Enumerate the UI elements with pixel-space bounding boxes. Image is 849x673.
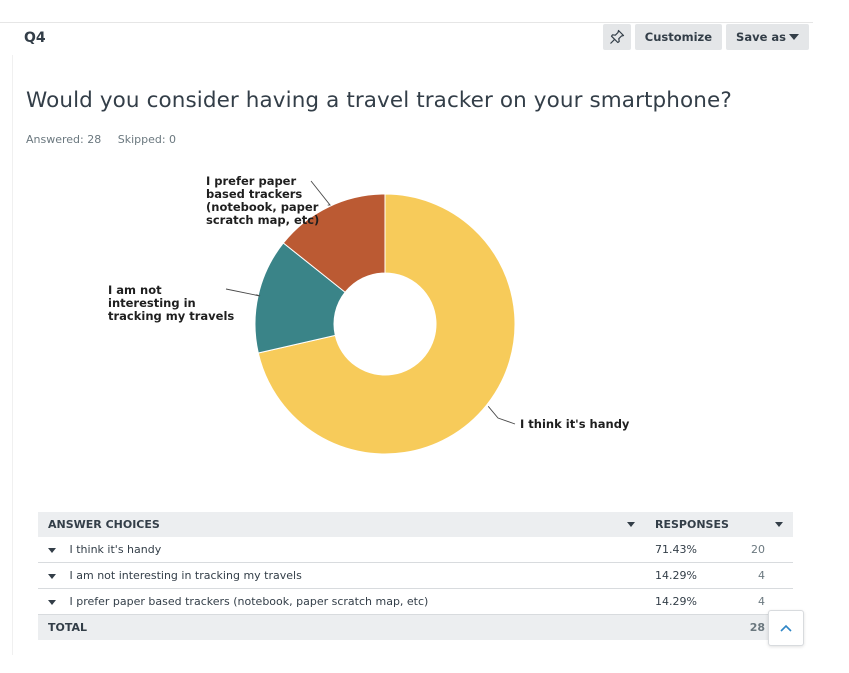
donut-slices <box>254 193 516 455</box>
customize-button[interactable]: Customize <box>634 24 723 50</box>
slice-label: I think it's handy <box>520 417 630 431</box>
leader-line <box>225 288 261 297</box>
sort-chevron-icon[interactable] <box>627 522 635 527</box>
response-percent: 14.29% <box>645 588 739 615</box>
slice-label: I am not interesting in tracking my travel… <box>108 283 234 323</box>
chevron-down-icon <box>789 34 799 40</box>
response-stats: Answered: 28 Skipped: 0 <box>26 133 189 146</box>
expand-caret-icon[interactable] <box>48 599 56 605</box>
total-row: TOTAL 28 <box>38 614 793 640</box>
pin-button[interactable] <box>602 24 631 50</box>
responses-header[interactable]: RESPONSES <box>645 512 793 537</box>
table-row: I think it's handy 71.43% 20 <box>38 537 793 563</box>
skipped-count: Skipped: 0 <box>117 133 177 146</box>
expand-caret-icon[interactable] <box>48 547 56 553</box>
answer-choices-table: ANSWER CHOICES RESPONSES I think it's ha… <box>38 512 793 640</box>
leader-line <box>487 405 516 425</box>
top-divider <box>0 22 813 23</box>
expand-caret-icon[interactable] <box>48 573 56 579</box>
answer-choice-cell: I prefer paper based trackers (notebook,… <box>38 588 645 615</box>
scroll-to-top-button[interactable] <box>768 610 804 646</box>
chevron-up-icon <box>780 624 792 632</box>
donut-chart: I think it's handy I am not interesting in… <box>108 174 630 455</box>
sort-chevron-icon[interactable] <box>775 522 783 527</box>
question-number: Q4 <box>24 30 46 46</box>
question-toolbar: Customize Save as <box>602 24 809 50</box>
table-row: I am not interesting in tracking my trav… <box>38 562 793 589</box>
response-percent: 14.29% <box>645 562 739 589</box>
answer-choice-cell: I am not interesting in tracking my trav… <box>38 562 645 589</box>
total-label: TOTAL <box>48 621 88 634</box>
save-as-label: Save as <box>736 30 786 44</box>
table-row: I prefer paper based trackers (notebook,… <box>38 588 793 615</box>
answer-choices-header[interactable]: ANSWER CHOICES <box>38 512 645 537</box>
response-percent: 71.43% <box>645 537 739 563</box>
answer-choice-cell: I think it's handy <box>38 537 645 563</box>
answered-count: Answered: 28 <box>26 133 102 146</box>
save-as-button[interactable]: Save as <box>726 24 809 50</box>
response-count: 20 <box>739 537 793 563</box>
pin-icon <box>609 29 624 44</box>
table-header-row: ANSWER CHOICES RESPONSES <box>38 512 793 537</box>
response-count: 4 <box>739 562 793 589</box>
slice-label: I prefer paper based trackers (notebook, p… <box>206 174 319 227</box>
question-title: Would you consider having a travel track… <box>26 88 732 113</box>
